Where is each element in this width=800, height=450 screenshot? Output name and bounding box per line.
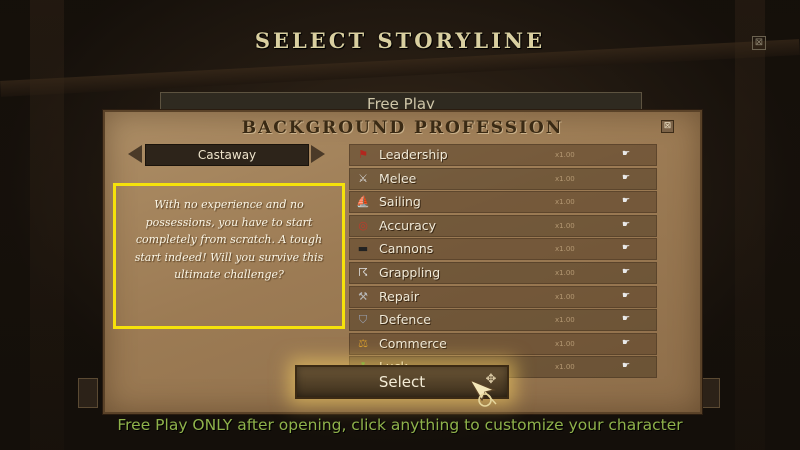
skill-label: Melee	[379, 170, 417, 186]
sail-icon: ⛵	[356, 195, 370, 209]
hand-pointer-icon[interactable]: ☛	[622, 243, 630, 254]
flag-icon: ⚑	[358, 148, 368, 161]
panel-title: BACKGROUND PROFESSION	[241, 118, 564, 138]
skill-label: Defence	[379, 312, 431, 328]
skill-label: Leadership	[379, 147, 448, 162]
shield-icon: ⛉	[358, 313, 368, 327]
hand-pointer-icon[interactable]: ☛	[622, 361, 630, 372]
profession-panel: BACKGROUND PROFESSION ⊠ Castaway With no…	[103, 110, 702, 414]
skill-label: Grappling	[379, 264, 441, 280]
hand-pointer-icon[interactable]: ☛	[622, 220, 630, 231]
skill-row-cannons[interactable]: ▬ Cannons x1.00 ☛	[349, 238, 657, 261]
background-pillar	[30, 0, 64, 450]
coins-icon: ⚖	[358, 336, 368, 350]
skill-row-accuracy[interactable]: ◎ Accuracy x1.00 ☛	[349, 214, 657, 237]
bottom-hint: Free Play ONLY after opening, click anyt…	[117, 416, 683, 434]
skill-row-defence[interactable]: ⛉ Defence x1.00 ☛	[349, 309, 657, 332]
skill-label: Repair	[379, 288, 420, 304]
crossed-swords-icon: ⚔	[358, 171, 368, 185]
arrow-right-icon[interactable]	[311, 145, 325, 163]
profession-name: Castaway	[145, 144, 309, 166]
hand-pointer-icon[interactable]: ☛	[622, 173, 630, 184]
close-icon[interactable]: ⊠	[661, 120, 674, 133]
hand-pointer-icon[interactable]: ☛	[622, 291, 630, 302]
cannon-icon: ▬	[357, 242, 369, 256]
skill-label: Commerce	[379, 335, 447, 351]
skill-row-leadership[interactable]: ⚑ Leadership x1.00 ☛	[349, 144, 657, 166]
skill-multiplier: x1.00	[555, 363, 575, 372]
profession-description-box: With no experience and no possessions, y…	[113, 183, 345, 329]
skill-multiplier: x1.00	[555, 316, 575, 325]
hand-pointer-icon[interactable]: ☛	[622, 196, 630, 207]
target-icon: ◎	[358, 218, 368, 232]
game-screen: SELECT STORYLINE ⊠ Free Play BACKGROUND …	[0, 0, 800, 450]
skill-label: Accuracy	[379, 217, 437, 233]
close-icon[interactable]: ⊠	[752, 36, 766, 50]
grappling-hook-icon: ☈	[358, 265, 368, 279]
left-ornament-icon	[78, 378, 98, 408]
skill-multiplier: x1.00	[555, 292, 575, 301]
right-ornament-icon	[700, 378, 720, 408]
skill-multiplier: x1.00	[555, 174, 575, 183]
skill-multiplier: x1.00	[555, 198, 575, 207]
skill-row-grappling[interactable]: ☈ Grappling x1.00 ☛	[349, 261, 657, 284]
hand-pointer-icon[interactable]: ☛	[622, 338, 630, 349]
skill-multiplier: x1.00	[555, 221, 575, 230]
hand-pointer-icon[interactable]: ☛	[622, 314, 630, 325]
hand-pointer-icon[interactable]: ☛	[622, 149, 630, 160]
skill-list: ⚑ Leadership x1.00 ☛ ⚔ Melee x1.00 ☛ ⛵ Sailing x1.…	[349, 144, 657, 380]
skill-multiplier: x1.00	[555, 151, 575, 159]
hammer-icon: ⚒	[358, 289, 368, 303]
arrow-left-icon[interactable]	[128, 145, 142, 163]
screen-title: SELECT STORYLINE	[254, 28, 546, 53]
skill-label: Cannons	[379, 241, 434, 257]
hand-pointer-icon[interactable]: ☛	[622, 267, 630, 278]
skill-label: Sailing	[379, 194, 421, 210]
compass-cursor-icon	[468, 378, 497, 407]
skill-row-repair[interactable]: ⚒ Repair x1.00 ☛	[349, 285, 657, 308]
skill-row-sailing[interactable]: ⛵ Sailing x1.00 ☛	[349, 191, 657, 214]
skill-multiplier: x1.00	[555, 268, 575, 277]
skill-multiplier: x1.00	[555, 339, 575, 348]
skill-row-melee[interactable]: ⚔ Melee x1.00 ☛	[349, 167, 657, 190]
skill-row-commerce[interactable]: ⚖ Commerce x1.00 ☛	[349, 332, 657, 355]
skill-multiplier: x1.00	[555, 245, 575, 254]
profession-description: With no experience and no possessions, y…	[134, 198, 324, 281]
background-pillar	[735, 0, 765, 450]
